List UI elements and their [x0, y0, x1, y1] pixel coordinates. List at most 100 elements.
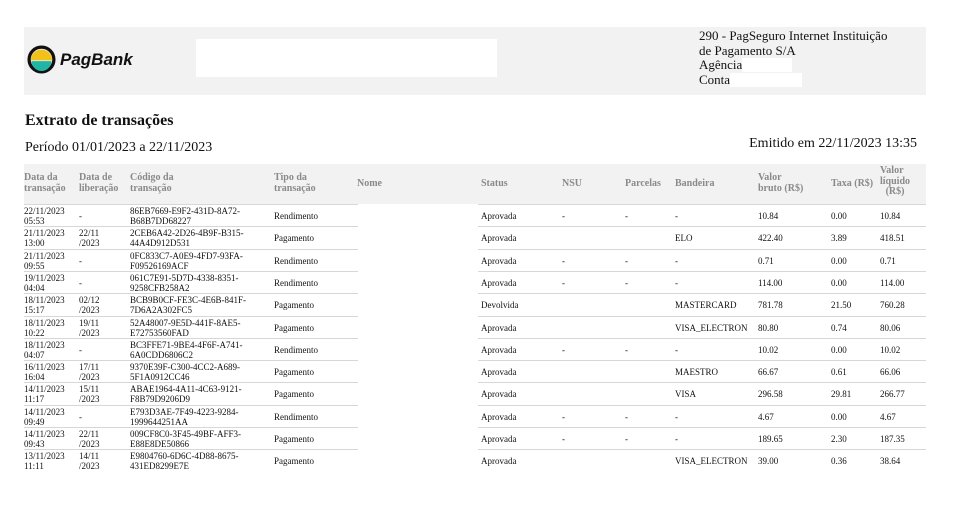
cell-status: Aprovada	[481, 389, 517, 400]
cell-tipo: Pagamento	[274, 322, 314, 333]
cell-data-liberacao: -	[79, 255, 82, 266]
cell-status: Aprovada	[481, 233, 517, 244]
cell-data-liberacao: -	[79, 411, 82, 422]
column-header-data-transacao: Data da transação	[24, 172, 66, 194]
cell-codigo: BCB9B0CF-FE3C-4E6B-841F- 7D6A2A302FC5	[130, 295, 247, 316]
column-header-line: (R$)	[885, 186, 905, 197]
cell-data-liberacao: 22/11/2023	[79, 228, 100, 249]
cell-tipo: Pagamento	[274, 233, 314, 244]
cell-codigo: 86EB7669-E9F2-431D-8A72- B68B7DD68227	[130, 206, 240, 226]
column-header-line: Parcelas	[625, 178, 661, 189]
cell-bandeira: MAESTRO	[675, 367, 719, 378]
cell-data-liberacao: 19/11/2023	[79, 317, 100, 338]
column-header-line: Tipo da	[274, 172, 307, 183]
cell-codigo: 061C7E91-5D7D-4338-8351- 9258CFB258A2	[130, 272, 239, 293]
cell-status: Aprovada	[481, 277, 517, 288]
column-header-line: transação	[274, 182, 316, 194]
cell-codigo: BC3FFE71-9BE4-4F6F-A741- 6A0CDD6806C2	[130, 339, 243, 360]
column-header-valor-liquido: Valor líquido (R$)	[880, 165, 910, 198]
row-divider	[24, 293, 358, 295]
cell-valor-liquido: 80.06	[880, 322, 901, 333]
row-divider	[24, 248, 358, 250]
column-header-nome: Nome	[357, 178, 382, 190]
cell-data-transacao: 18/11/2023 15:17	[24, 295, 65, 316]
column-header-line: Código da	[130, 172, 174, 183]
column-header-line: bruto (R$)	[758, 182, 804, 194]
emitted-text: Emitido em 22/11/2023 13:35	[749, 136, 917, 151]
row-divider	[24, 270, 358, 272]
row-divider	[478, 204, 926, 205]
cell-tipo: Rendimento	[274, 211, 318, 221]
conta-row: Conta	[699, 72, 923, 88]
cell-valor-bruto: 66.67	[758, 367, 779, 378]
cell-codigo: 0FC833C7-A0E9-4FD7-93FA- F09526169ACF	[130, 250, 243, 271]
cell-nsu: -	[562, 211, 565, 221]
cell-taxa: 29.81	[831, 389, 852, 400]
column-header-tipo: Tipo da transação	[274, 172, 316, 194]
cell-codigo: 9370E39F-C300-4CC2-A689- 5F1A0912CC46	[130, 362, 240, 383]
row-divider	[24, 449, 358, 451]
cell-valor-bruto: 422.40	[758, 233, 783, 244]
cell-valor-bruto: 10.84	[758, 211, 779, 221]
cell-nsu: -	[562, 277, 565, 288]
cell-bandeira: VISA_ELECTRON	[675, 456, 748, 467]
column-header-line: Status	[481, 178, 508, 189]
cell-bandeira: ELO	[675, 233, 693, 244]
row-divider	[478, 315, 926, 317]
column-header-parcelas: Parcelas	[625, 178, 661, 190]
bank-name-line1: 290 - PagSeguro Internet Instituição	[699, 28, 888, 43]
row-divider	[478, 248, 926, 250]
cell-tipo: Pagamento	[274, 456, 314, 467]
cell-codigo: E793D3AE-7F49-4223-9284- 1999644251AA	[130, 406, 239, 427]
brand-name: PagBank	[60, 49, 133, 69]
cell-tipo: Pagamento	[274, 367, 314, 378]
cell-status: Aprovada	[481, 434, 517, 444]
cell-valor-bruto: 296.58	[758, 389, 783, 400]
redacted-field	[196, 39, 497, 77]
cell-valor-bruto: 114.00	[758, 277, 783, 288]
cell-valor-bruto: 189.65	[758, 434, 783, 444]
column-header-bandeira: Bandeira	[675, 178, 715, 190]
cell-data-liberacao: 22/11/2023	[79, 429, 100, 449]
row-divider	[24, 382, 358, 384]
row-divider	[478, 270, 926, 272]
row-divider	[24, 337, 358, 339]
column-header-line: liberação	[79, 182, 119, 194]
cell-data-transacao: 19/11/2023 04:04	[24, 272, 65, 293]
row-divider	[24, 204, 358, 205]
cell-nsu: -	[562, 344, 565, 355]
cell-data-liberacao: 14/11/2023	[79, 451, 100, 472]
agencia-label: Agência	[699, 57, 743, 72]
cell-valor-liquido: 760.28	[880, 300, 905, 311]
row-divider	[24, 427, 358, 428]
column-header-line: Taxa (R$)	[831, 178, 874, 189]
cell-data-transacao: 18/11/2023 10:22	[24, 317, 65, 338]
cell-tipo: Rendimento	[274, 411, 318, 422]
cell-valor-liquido: 0.71	[880, 255, 896, 266]
cell-bandeira: VISA_ELECTRON	[675, 322, 748, 333]
cell-bandeira: -	[675, 411, 678, 422]
bank-name-line2: de Pagamento S/A	[699, 42, 796, 58]
cell-bandeira: MASTERCARD	[675, 300, 737, 311]
cell-taxa: 0.00	[831, 344, 847, 355]
cell-valor-bruto: 781.78	[758, 300, 783, 311]
cell-taxa: 0.00	[831, 255, 847, 266]
cell-bandeira: -	[675, 211, 678, 221]
cell-codigo: 009CF8C0-3F45-49BF-AFF3- E88E8DE50866	[130, 429, 242, 449]
column-header-status: Status	[481, 178, 508, 190]
cell-data-transacao: 21/11/2023 09:55	[24, 250, 65, 271]
agencia-row: Agência	[699, 57, 923, 73]
row-divider	[478, 449, 926, 451]
column-header-line: Valor	[758, 172, 782, 183]
cell-codigo: 52A48007-9E5D-441F-8AE5- E72753560FAD	[130, 317, 241, 338]
cell-status: Aprovada	[481, 255, 517, 266]
cell-codigo: E9804760-6D6C-4D88-8675- 431ED8299E7E	[130, 451, 239, 472]
cell-tipo: Rendimento	[274, 255, 318, 266]
cell-taxa: 0.00	[831, 277, 847, 288]
cell-codigo: ABAE1964-4A11-4C63-9121- F8B79D9206D9	[130, 384, 242, 405]
column-header-line: Bandeira	[675, 178, 715, 189]
cell-tipo: Pagamento	[274, 389, 314, 400]
cell-data-liberacao: 15/11/2023	[79, 384, 100, 405]
cell-nsu: -	[562, 434, 565, 444]
cell-tipo: Pagamento	[274, 434, 314, 444]
